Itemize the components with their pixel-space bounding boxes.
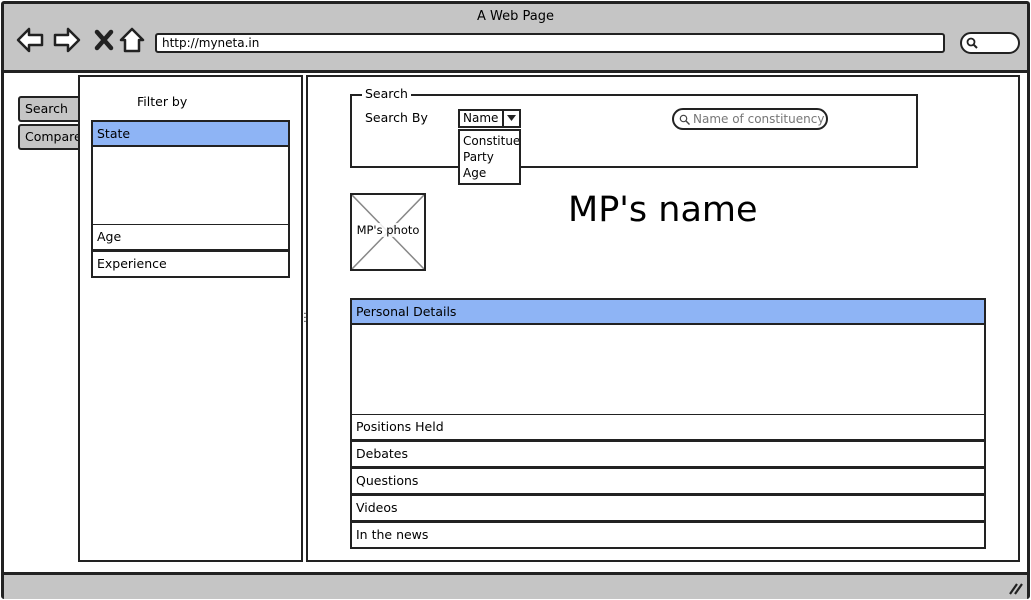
filter-accordion: State Age Experience [91,120,290,278]
mp-name-heading: MP's name [568,190,758,230]
status-bar [4,572,1027,599]
browser-search-field[interactable] [960,32,1020,54]
browser-toolbar: A Web Page http://myneta.in [4,4,1027,73]
filter-title: Filter by [137,94,188,109]
tab-compare[interactable]: Compare [18,124,84,150]
search-by-label: Search By [365,110,428,125]
option-party[interactable]: Party [460,149,519,165]
details-item-questions[interactable]: Questions [350,468,986,495]
details-item-videos[interactable]: Videos [350,495,986,522]
search-group-legend: Search [362,86,411,101]
details-accordion: Personal Details Positions Held Debates … [350,298,986,549]
search-by-value: Name [463,111,499,125]
back-arrow-icon[interactable] [16,26,44,54]
constituency-input[interactable] [693,111,825,127]
filter-item-experience[interactable]: Experience [91,251,290,278]
resize-grip-icon[interactable] [1007,581,1023,595]
search-by-options: Constitue Party Age [458,129,521,185]
details-item-debates[interactable]: Debates [350,441,986,468]
filter-state-content [91,147,290,224]
search-icon [966,37,978,49]
details-item-news[interactable]: In the news [350,522,986,549]
stop-icon[interactable] [90,26,118,54]
address-bar[interactable]: http://myneta.in [155,33,945,53]
chevron-down-icon [507,115,516,121]
filter-item-state[interactable]: State [91,120,290,147]
forward-arrow-icon[interactable] [53,26,81,54]
dropdown-toggle[interactable] [502,111,519,126]
constituency-search[interactable] [672,108,828,130]
option-age[interactable]: Age [460,165,519,181]
mp-photo-label: MP's photo [354,223,422,237]
mp-photo-placeholder: MP's photo [350,193,426,271]
details-item-positions[interactable]: Positions Held [350,414,986,441]
main-panel: Search Search By Name Constitue Party Ag… [306,75,1020,562]
details-item-personal[interactable]: Personal Details [350,298,986,325]
browser-window: A Web Page http://myneta.in Search Compa… [1,1,1030,599]
home-icon[interactable] [118,26,146,54]
search-group: Search Search By Name Constitue Party Ag… [350,86,918,185]
personal-details-content [350,325,986,414]
filter-item-age[interactable]: Age [91,224,290,251]
option-constituency[interactable]: Constitue [460,133,519,149]
search-by-select[interactable]: Name [458,109,521,128]
window-title: A Web Page [477,9,554,24]
tab-search[interactable]: Search [18,96,84,122]
search-icon [679,114,690,125]
filter-panel: Filter by State Age Experience [78,75,304,562]
